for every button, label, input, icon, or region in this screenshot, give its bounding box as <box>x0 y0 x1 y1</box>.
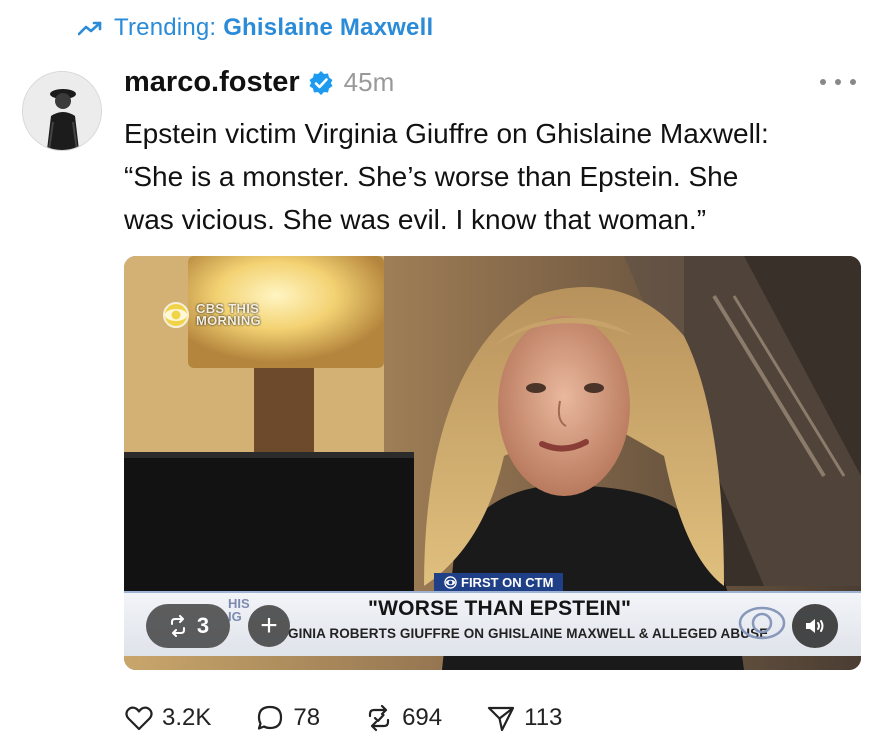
video-player[interactable]: CBS THIS MORNING FIRST ON CTM HIS IG "WO… <box>124 256 861 670</box>
avatar[interactable] <box>22 71 102 151</box>
repost-count: 694 <box>402 704 443 731</box>
network-fragment-line: IG <box>228 609 242 624</box>
post-text-line: Epstein victim Virginia Giuffre on Ghisl… <box>124 118 769 149</box>
trending-prefix: Trending: <box>114 14 217 41</box>
post-header: marco.foster 45m <box>124 66 394 99</box>
trending-up-icon <box>77 18 104 38</box>
trending-topic[interactable]: Ghislaine Maxwell <box>223 14 433 41</box>
repost-check-icon <box>368 704 390 732</box>
add-button[interactable]: + <box>248 605 290 647</box>
repost-icon <box>170 615 185 637</box>
sound-toggle-button[interactable] <box>792 604 838 648</box>
cbs-eye-icon <box>163 302 189 328</box>
repost-count: 3 <box>196 613 210 638</box>
send-icon <box>488 706 515 732</box>
author-name[interactable]: marco.foster <box>124 66 300 99</box>
share-count: 113 <box>524 704 563 731</box>
network-logo: CBS THIS MORNING <box>162 301 261 329</box>
repost-count-button[interactable]: 3 <box>146 604 230 648</box>
more-options-icon[interactable] <box>820 72 856 92</box>
share-button[interactable]: 113 <box>486 703 562 733</box>
verified-badge-icon <box>308 70 334 96</box>
action-bar: 3.2K 78 694 113 <box>124 700 606 736</box>
post-body: Epstein victim Virginia Giuffre on Ghisl… <box>124 112 864 241</box>
speaker-icon <box>806 619 824 633</box>
cbs-eye-icon <box>738 606 786 640</box>
flag-text: FIRST ON CTM <box>461 574 554 590</box>
reply-count: 78 <box>293 704 321 731</box>
comment-icon <box>258 705 283 730</box>
post-timestamp: 45m <box>343 67 395 97</box>
breaking-flag: FIRST ON CTM <box>434 573 564 591</box>
reply-button[interactable]: 78 <box>255 703 320 733</box>
like-button[interactable]: 3.2K <box>124 703 211 733</box>
repost-button[interactable]: 694 <box>364 703 442 733</box>
headline-text: "WORSE THAN EPSTEIN" <box>368 597 632 620</box>
network-logo-line: MORNING <box>196 313 261 328</box>
cbs-eye-icon <box>444 575 457 589</box>
network-fragment: HIS IG <box>228 597 250 623</box>
lower-third-graphic: FIRST ON CTM HIS IG "WORSE THAN EPSTEIN"… <box>124 572 861 656</box>
post-text-line: was vicious. She was evil. I know that w… <box>124 204 707 235</box>
subheadline-text: GINIA ROBERTS GIUFFRE ON GHISLAINE MAXWE… <box>288 626 769 641</box>
trending-header[interactable]: Trending: Ghislaine Maxwell <box>77 14 433 42</box>
headline-bar: HIS IG "WORSE THAN EPSTEIN" GINIA ROBERT… <box>124 591 861 656</box>
like-count: 3.2K <box>162 704 212 731</box>
heart-icon <box>125 706 153 731</box>
post-text-line: “She is a monster. She’s worse than Epst… <box>124 161 739 192</box>
